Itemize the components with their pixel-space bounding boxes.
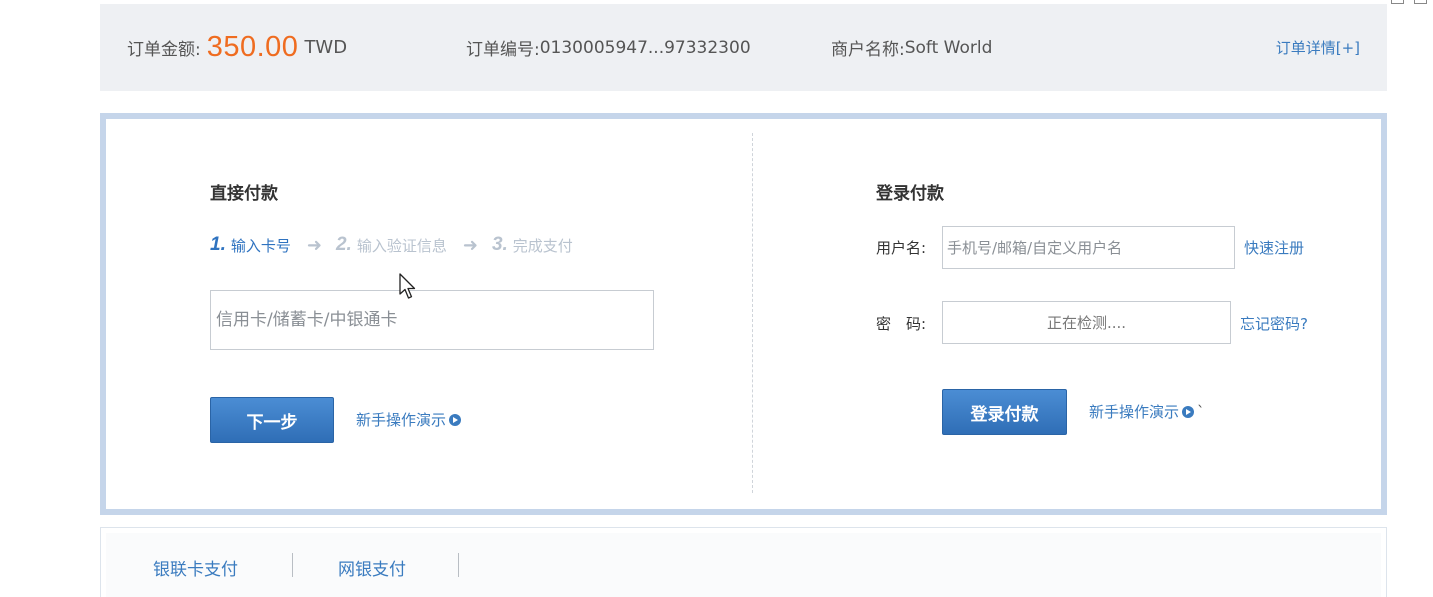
step-2-number: 2.	[335, 234, 352, 255]
order-currency: TWD	[304, 37, 348, 58]
login-pay-button[interactable]: 登录付款	[942, 389, 1067, 435]
payment-steps: 1. 输入卡号 ➜ 2. 输入验证信息 ➜ 3. 完成支付	[210, 234, 573, 256]
play-circle-icon	[1182, 405, 1195, 418]
order-amount: 订单金额: 350.00 TWD	[127, 4, 347, 91]
right-arrow-icon: ➜	[306, 234, 322, 256]
merchant-name-label: 商户名称:	[831, 40, 905, 60]
demo-link-direct-label: 新手操作演示	[356, 411, 447, 429]
direct-pay-title: 直接付款	[210, 184, 278, 204]
window-restore-icon[interactable]	[1391, 0, 1404, 4]
panel-divider	[752, 133, 753, 493]
tab-online-banking[interactable]: 网银支付	[338, 555, 406, 580]
order-summary-bar: 订单金额: 350.00 TWD 订单编号: 0130005947...9733…	[100, 4, 1387, 91]
forgot-password-link[interactable]: 忘记密码?	[1240, 313, 1308, 334]
card-number-input[interactable]	[210, 290, 654, 350]
merchant-name: 商户名称: Soft World	[831, 4, 992, 91]
step-2-label: 输入验证信息	[356, 236, 447, 255]
order-amount-label: 订单金额:	[127, 40, 201, 60]
demo-link-suffix: `	[1197, 402, 1205, 421]
demo-link-direct[interactable]: 新手操作演示	[356, 409, 462, 430]
step-3-number: 3.	[491, 234, 508, 255]
demo-link-login[interactable]: 新手操作演示 `	[1089, 401, 1205, 422]
payment-method-tabs: 银联卡支付 网银支付	[100, 527, 1387, 597]
play-circle-icon	[449, 413, 462, 426]
order-number: 订单编号: 0130005947...97332300	[466, 4, 751, 91]
tab-unionpay-card[interactable]: 银联卡支付	[153, 555, 238, 580]
demo-link-login-label: 新手操作演示	[1089, 403, 1180, 421]
step-1-number: 1.	[210, 234, 226, 255]
order-amount-value: 350.00	[206, 31, 299, 63]
right-arrow-icon: ➜	[462, 234, 478, 256]
username-label: 用户名:	[876, 239, 927, 257]
order-number-label: 订单编号:	[466, 40, 540, 60]
step-3: 3. 完成支付	[492, 234, 573, 256]
password-input[interactable]	[942, 301, 1231, 344]
payment-panel: 直接付款 1. 输入卡号 ➜ 2. 输入验证信息 ➜ 3. 完成支付 下一步 新…	[100, 113, 1387, 515]
window-maximize-icon[interactable]	[1414, 0, 1427, 4]
username-input[interactable]	[942, 226, 1235, 269]
step-1-label: 输入卡号	[230, 236, 291, 255]
step-2: 2. 输入验证信息	[336, 234, 447, 256]
step-3-label: 完成支付	[512, 236, 573, 255]
tab-divider	[458, 553, 459, 577]
merchant-name-value: Soft World	[904, 37, 993, 58]
step-1: 1. 输入卡号	[210, 234, 291, 256]
order-number-value: 0130005947...97332300	[539, 37, 751, 58]
order-detail-link[interactable]: 订单详情[+]	[1276, 4, 1360, 91]
quick-register-link[interactable]: 快速注册	[1244, 237, 1304, 258]
password-label: 密 码:	[876, 315, 927, 333]
mouse-cursor-icon	[399, 273, 416, 299]
tab-divider	[292, 553, 293, 577]
login-pay-title: 登录付款	[876, 184, 944, 204]
next-step-button[interactable]: 下一步	[210, 397, 334, 443]
